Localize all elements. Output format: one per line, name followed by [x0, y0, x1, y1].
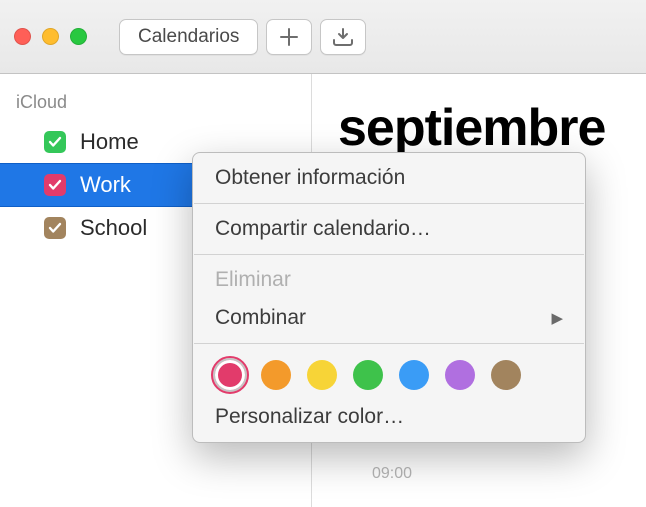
- calendar-checkbox[interactable]: [44, 217, 66, 239]
- menu-merge[interactable]: Combinar ▶: [193, 299, 585, 337]
- color-swatch-orange[interactable]: [261, 360, 291, 390]
- plus-icon: [279, 27, 299, 47]
- menu-separator: [194, 203, 584, 204]
- calendars-toggle-label: Calendarios: [138, 26, 239, 48]
- color-swatch-yellow[interactable]: [307, 360, 337, 390]
- color-swatch-blue[interactable]: [399, 360, 429, 390]
- color-swatch-green[interactable]: [353, 360, 383, 390]
- calendars-toggle-button[interactable]: Calendarios: [119, 19, 258, 55]
- calendar-item-label: School: [80, 215, 147, 241]
- menu-item-label: Obtener información: [215, 166, 405, 190]
- calendar-checkbox[interactable]: [44, 131, 66, 153]
- menu-delete: Eliminar: [193, 261, 585, 299]
- color-swatch-row: [193, 350, 585, 398]
- color-swatch-purple[interactable]: [445, 360, 475, 390]
- window-controls: [14, 28, 87, 45]
- close-window-button[interactable]: [14, 28, 31, 45]
- add-event-button[interactable]: [266, 19, 312, 55]
- color-swatch-pink[interactable]: [215, 360, 245, 390]
- app-window: Calendarios iCloud: [0, 0, 646, 507]
- minimize-window-button[interactable]: [42, 28, 59, 45]
- calendar-item-label: Work: [80, 172, 131, 198]
- toolbar: Calendarios: [0, 0, 646, 74]
- time-gridline-label: 09:00: [372, 465, 412, 483]
- submenu-arrow-icon: ▶: [551, 309, 563, 327]
- menu-item-label: Combinar: [215, 306, 306, 330]
- calendar-item-label: Home: [80, 129, 139, 155]
- month-title: septiembre: [312, 74, 646, 158]
- menu-share-calendar[interactable]: Compartir calendario…: [193, 210, 585, 248]
- menu-separator: [194, 343, 584, 344]
- menu-separator: [194, 254, 584, 255]
- menu-item-label: Compartir calendario…: [215, 217, 431, 241]
- menu-item-label: Eliminar: [215, 268, 291, 292]
- zoom-window-button[interactable]: [70, 28, 87, 45]
- menu-get-info[interactable]: Obtener información: [193, 159, 585, 197]
- download-tray-icon: [332, 27, 354, 47]
- inbox-button[interactable]: [320, 19, 366, 55]
- sidebar-section-header: iCloud: [0, 88, 311, 121]
- calendar-context-menu: Obtener información Compartir calendario…: [192, 152, 586, 443]
- calendar-checkbox[interactable]: [44, 174, 66, 196]
- menu-item-label: Personalizar color…: [215, 405, 404, 429]
- menu-custom-color[interactable]: Personalizar color…: [193, 398, 585, 436]
- color-swatch-brown[interactable]: [491, 360, 521, 390]
